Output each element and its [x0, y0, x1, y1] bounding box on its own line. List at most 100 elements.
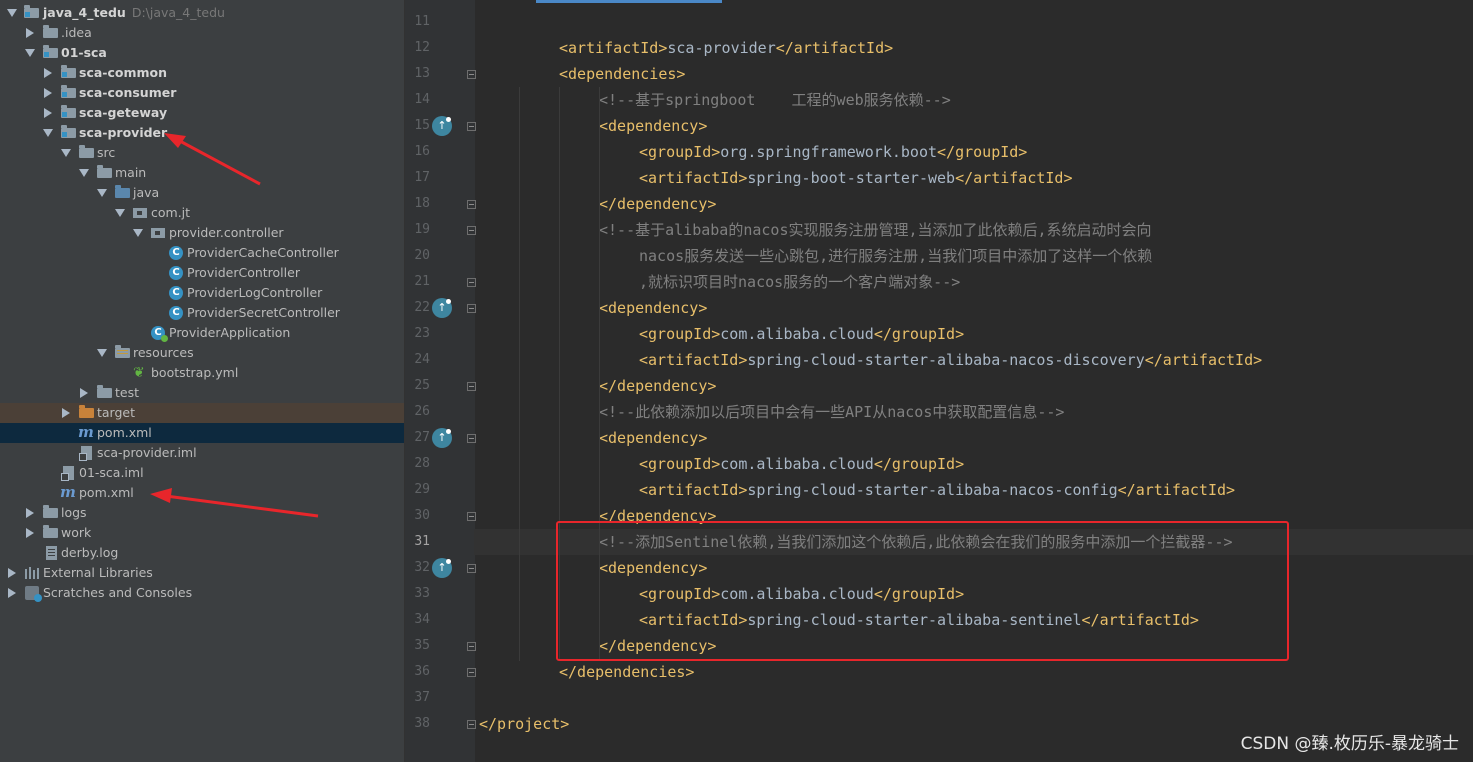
line-number: 31 — [414, 534, 430, 549]
annotation-red-box — [556, 521, 1289, 661]
tree-item-logs[interactable]: logs — [0, 503, 404, 523]
chevron-right-icon[interactable] — [26, 28, 34, 38]
fold-marker-icon[interactable] — [467, 122, 476, 131]
fold-marker-icon[interactable] — [467, 720, 476, 729]
chevron-down-icon[interactable] — [7, 9, 17, 17]
tree-item-java[interactable]: java — [0, 183, 404, 203]
tree-item-src[interactable]: src — [0, 143, 404, 163]
line-number: 36 — [414, 664, 430, 679]
tree-item-label: ProviderApplication — [169, 325, 291, 340]
tree-item-sca-common[interactable]: sca-common — [0, 63, 404, 83]
line-number: 27 — [414, 430, 430, 445]
code-line: </dependencies> — [559, 663, 695, 681]
tree-item-label: 01-sca.iml — [79, 465, 144, 480]
chevron-down-icon[interactable] — [79, 169, 89, 177]
dependency-gutter-icon[interactable]: ↑ — [432, 116, 452, 136]
tree-item-main[interactable]: main — [0, 163, 404, 183]
active-tab-indicator — [536, 0, 722, 3]
code-line: </dependency> — [599, 195, 717, 213]
scratches-icon — [25, 586, 42, 602]
tree-item-label: pom.xml — [79, 485, 134, 500]
tree-item-idea[interactable]: .idea — [0, 23, 404, 43]
chevron-right-icon[interactable] — [44, 88, 52, 98]
class-icon: C — [169, 266, 183, 280]
chevron-down-icon[interactable] — [25, 49, 35, 57]
tree-item-class[interactable]: C ProviderCacheController — [0, 243, 404, 263]
chevron-right-icon[interactable] — [62, 408, 70, 418]
fold-marker-icon[interactable] — [467, 70, 476, 79]
chevron-right-icon[interactable] — [44, 68, 52, 78]
tree-item-derby-log[interactable]: derby.log — [0, 543, 404, 563]
tree-item-label: work — [61, 525, 92, 540]
tree-item-resources[interactable]: resources — [0, 343, 404, 363]
chevron-down-icon[interactable] — [133, 229, 143, 237]
tree-item-iml[interactable]: sca-provider.iml — [0, 443, 404, 463]
code-line: <dependency> — [599, 299, 708, 317]
tree-item-01-sca[interactable]: 01-sca — [0, 43, 404, 63]
tree-item-pom-selected[interactable]: m pom.xml — [0, 423, 404, 443]
module-folder-icon — [61, 65, 76, 78]
chevron-right-icon[interactable] — [8, 568, 16, 578]
tree-item-bootstrap[interactable]: ❦ bootstrap.yml — [0, 363, 404, 383]
tree-item-label: sca-common — [79, 65, 168, 80]
tree-item-scratches[interactable]: Scratches and Consoles — [0, 583, 404, 603]
fold-marker-icon[interactable] — [467, 564, 476, 573]
fold-marker-icon[interactable] — [467, 278, 476, 287]
tree-item-provider-controller[interactable]: provider.controller — [0, 223, 404, 243]
tree-item-application[interactable]: C ProviderApplication — [0, 323, 404, 343]
tree-item-class[interactable]: C ProviderController — [0, 263, 404, 283]
chevron-right-icon[interactable] — [80, 388, 88, 398]
chevron-right-icon[interactable] — [26, 528, 34, 538]
dependency-gutter-icon[interactable]: ↑ — [432, 428, 452, 448]
tree-item-sca-geteway[interactable]: sca-geteway — [0, 103, 404, 123]
fold-marker-icon[interactable] — [467, 304, 476, 313]
fold-marker-icon[interactable] — [467, 668, 476, 677]
dependency-gutter-icon[interactable]: ↑ — [432, 558, 452, 578]
line-number: 14 — [414, 92, 430, 107]
fold-marker-icon[interactable] — [467, 434, 476, 443]
dependency-gutter-icon[interactable]: ↑ — [432, 298, 452, 318]
tree-item-label: Scratches and Consoles — [43, 585, 193, 600]
line-number: 17 — [414, 170, 430, 185]
tree-item-external-libraries[interactable]: External Libraries — [0, 563, 404, 583]
fold-marker-icon[interactable] — [467, 382, 476, 391]
code-line: nacos服务发送一些心跳包,进行服务注册,当我们项目中添加了这样一个依赖 — [639, 247, 1153, 265]
tree-item-iml[interactable]: 01-sca.iml — [0, 463, 404, 483]
module-folder-icon — [24, 5, 39, 18]
tree-item-label: sca-geteway — [79, 105, 168, 120]
line-number: 20 — [414, 248, 430, 263]
fold-marker-icon[interactable] — [467, 200, 476, 209]
tree-item-label: ProviderSecretController — [187, 305, 340, 320]
chevron-down-icon[interactable] — [97, 349, 107, 357]
chevron-down-icon[interactable] — [61, 149, 71, 157]
fold-marker-icon[interactable] — [467, 226, 476, 235]
fold-marker-icon[interactable] — [467, 642, 476, 651]
chevron-down-icon[interactable] — [43, 129, 53, 137]
tree-item-class[interactable]: C ProviderLogController — [0, 283, 404, 303]
chevron-right-icon[interactable] — [44, 108, 52, 118]
project-tree: java_4_tedu D:\java_4_tedu .idea 01-sca s… — [0, 0, 404, 762]
tree-root[interactable]: java_4_tedu D:\java_4_tedu — [0, 3, 404, 23]
chevron-right-icon[interactable] — [26, 508, 34, 518]
tree-item-com-jt[interactable]: com.jt — [0, 203, 404, 223]
maven-icon: m — [78, 423, 94, 441]
package-icon — [151, 228, 165, 238]
tree-item-work[interactable]: work — [0, 523, 404, 543]
tree-item-pom[interactable]: m pom.xml — [0, 483, 404, 503]
chevron-down-icon[interactable] — [115, 209, 125, 217]
tree-item-test[interactable]: test — [0, 383, 404, 403]
line-number: 16 — [414, 144, 430, 159]
tree-item-target[interactable]: target — [0, 403, 404, 423]
fold-marker-icon[interactable] — [467, 512, 476, 521]
line-number: 23 — [414, 326, 430, 341]
chevron-right-icon[interactable] — [8, 588, 16, 598]
tree-item-sca-consumer[interactable]: sca-consumer — [0, 83, 404, 103]
code-line: <dependency> — [599, 117, 708, 135]
tree-root-path: D:\java_4_tedu — [131, 5, 225, 20]
module-folder-icon — [43, 45, 58, 58]
source-folder-icon — [115, 185, 130, 198]
tree-item-sca-provider[interactable]: sca-provider — [0, 123, 404, 143]
tree-item-class[interactable]: C ProviderSecretController — [0, 303, 404, 323]
tree-item-label: External Libraries — [43, 565, 153, 580]
chevron-down-icon[interactable] — [97, 189, 107, 197]
